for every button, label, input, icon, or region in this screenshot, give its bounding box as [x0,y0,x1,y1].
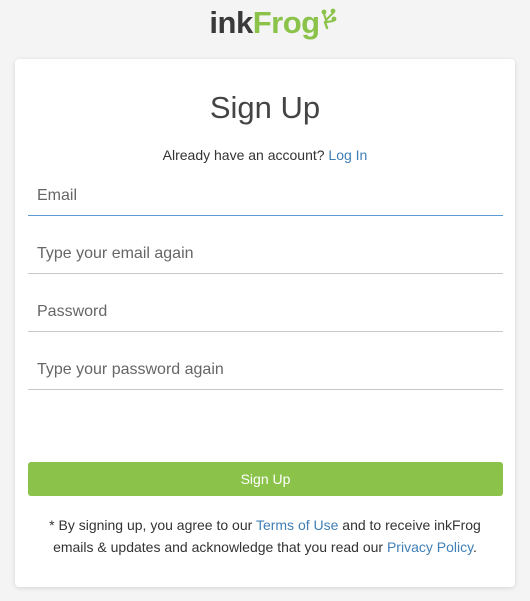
frog-crown-icon [321,8,336,29]
logo-text-frog: Frog [252,4,320,40]
confirm-password-field[interactable] [28,350,503,390]
login-link[interactable]: Log In [328,147,367,163]
sign-up-button[interactable]: Sign Up [28,462,503,496]
page-title: Sign Up [209,90,321,125]
password-field[interactable] [28,292,503,332]
email-field[interactable] [28,176,503,216]
privacy-policy-link[interactable]: Privacy Policy [387,539,473,555]
legal-notice: * By signing up, you agree to our Terms … [35,514,495,558]
login-prompt: Already have an account? Log In [15,146,515,164]
signup-card: Sign Up Already have an account? Log In … [15,59,515,587]
inkfrog-logo[interactable]: ink Frog [209,7,336,38]
confirm-email-field[interactable] [28,234,503,274]
legal-text-start: * By signing up, you agree to our [49,517,253,533]
legal-text-end: . [473,539,477,555]
header-logo: ink Frog [0,0,530,44]
login-prompt-text: Already have an account? [162,147,325,163]
terms-of-use-link[interactable]: Terms of Use [256,517,338,533]
logo-text-ink: ink [209,4,253,40]
